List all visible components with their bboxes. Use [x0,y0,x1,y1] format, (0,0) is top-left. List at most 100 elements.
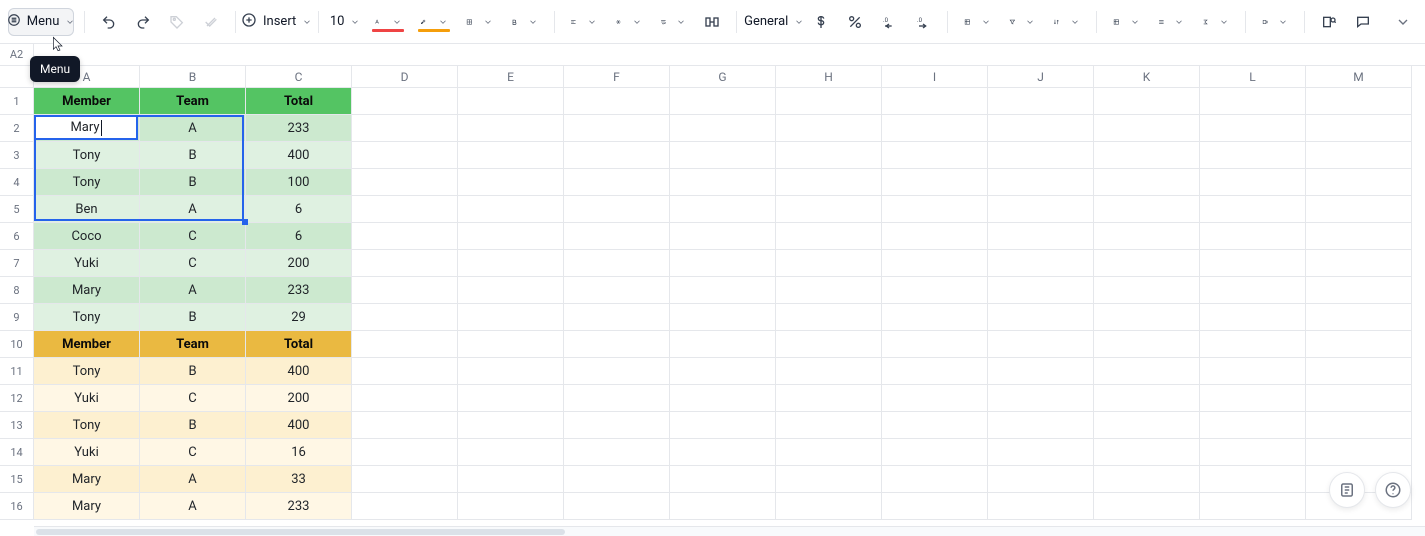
cell-J14[interactable] [988,439,1094,466]
cell-F14[interactable] [564,439,670,466]
cell-H16[interactable] [776,493,882,520]
cell-J2[interactable] [988,115,1094,142]
cell-J4[interactable] [988,169,1094,196]
cell-B9[interactable]: B [140,304,246,331]
cell-M2[interactable] [1306,115,1412,142]
cell-G10[interactable] [670,331,776,358]
cell-K8[interactable] [1094,277,1200,304]
cell-I10[interactable] [882,331,988,358]
cell-F6[interactable] [564,223,670,250]
column-header-C[interactable]: C [246,66,352,88]
conditional-format-button[interactable] [958,8,997,36]
cell-J3[interactable] [988,142,1094,169]
cell-L9[interactable] [1200,304,1306,331]
column-header-B[interactable]: B [140,66,246,88]
cell-H3[interactable] [776,142,882,169]
horizontal-scrollbar-thumb[interactable] [36,529,565,535]
cell-M1[interactable] [1306,88,1412,115]
row-header-4[interactable]: 4 [0,169,34,196]
cell-B12[interactable]: C [140,385,246,412]
cell-K2[interactable] [1094,115,1200,142]
search-panel-button[interactable] [1315,8,1343,36]
cell-L11[interactable] [1200,358,1306,385]
font-color-button[interactable] [368,8,408,36]
sort-button[interactable] [1047,8,1086,36]
cell-B13[interactable]: B [140,412,246,439]
cell-C3[interactable]: 400 [246,142,352,169]
cell-G8[interactable] [670,277,776,304]
cell-C2[interactable]: 233 [246,115,352,142]
cell-G6[interactable] [670,223,776,250]
cell-F9[interactable] [564,304,670,331]
percent-button[interactable] [841,8,869,36]
cell-B16[interactable]: A [140,493,246,520]
cell-I2[interactable] [882,115,988,142]
cell-B10[interactable]: Team [140,331,246,358]
cell-F8[interactable] [564,277,670,304]
row-header-1[interactable]: 1 [0,88,34,115]
cell-I8[interactable] [882,277,988,304]
comments-button[interactable] [1349,8,1377,36]
cell-F2[interactable] [564,115,670,142]
cell-D8[interactable] [352,277,458,304]
tag-icon[interactable] [163,8,191,36]
borders-button[interactable] [460,8,499,36]
cell-B14[interactable]: C [140,439,246,466]
column-header-E[interactable]: E [458,66,564,88]
cell-E4[interactable] [458,169,564,196]
cell-D7[interactable] [352,250,458,277]
row-header-12[interactable]: 12 [0,385,34,412]
cell-L3[interactable] [1200,142,1306,169]
cell-D12[interactable] [352,385,458,412]
cell-L7[interactable] [1200,250,1306,277]
currency-button[interactable] [807,8,835,36]
cell-K16[interactable] [1094,493,1200,520]
horizontal-align-button[interactable] [564,8,603,36]
cell-A16[interactable]: Mary [34,493,140,520]
cell-I13[interactable] [882,412,988,439]
cell-D16[interactable] [352,493,458,520]
row-header-7[interactable]: 7 [0,250,34,277]
cell-C14[interactable]: 16 [246,439,352,466]
cell-D2[interactable] [352,115,458,142]
cell-C8[interactable]: 233 [246,277,352,304]
cell-H13[interactable] [776,412,882,439]
pivot-button[interactable] [1107,8,1146,36]
column-header-M[interactable]: M [1306,66,1412,88]
cell-J7[interactable] [988,250,1094,277]
cell-D5[interactable] [352,196,458,223]
row-header-6[interactable]: 6 [0,223,34,250]
cell-F3[interactable] [564,142,670,169]
cell-M3[interactable] [1306,142,1412,169]
cell-F4[interactable] [564,169,670,196]
cell-M11[interactable] [1306,358,1412,385]
cell-L16[interactable] [1200,493,1306,520]
cell-M8[interactable] [1306,277,1412,304]
cell-F12[interactable] [564,385,670,412]
cell-M6[interactable] [1306,223,1412,250]
notes-fab[interactable] [1329,472,1365,508]
cell-H1[interactable] [776,88,882,115]
row-header-15[interactable]: 15 [0,466,34,493]
cell-M9[interactable] [1306,304,1412,331]
cell-H9[interactable] [776,304,882,331]
spreadsheet-grid[interactable]: ABCDEFGHIJKLM 1MemberTeamTotal2MaryA2333… [0,66,1425,536]
cell-B6[interactable]: C [140,223,246,250]
cell-J16[interactable] [988,493,1094,520]
cell-E3[interactable] [458,142,564,169]
cell-M5[interactable] [1306,196,1412,223]
filter-button[interactable] [1003,8,1042,36]
cell-E11[interactable] [458,358,564,385]
cell-D4[interactable] [352,169,458,196]
cell-K3[interactable] [1094,142,1200,169]
cell-M10[interactable] [1306,331,1412,358]
row-header-9[interactable]: 9 [0,304,34,331]
cell-E1[interactable] [458,88,564,115]
cell-I7[interactable] [882,250,988,277]
cell-E7[interactable] [458,250,564,277]
cell-G1[interactable] [670,88,776,115]
cell-K12[interactable] [1094,385,1200,412]
cell-A4[interactable]: Tony [34,169,140,196]
redo-button[interactable] [129,8,157,36]
cell-L15[interactable] [1200,466,1306,493]
